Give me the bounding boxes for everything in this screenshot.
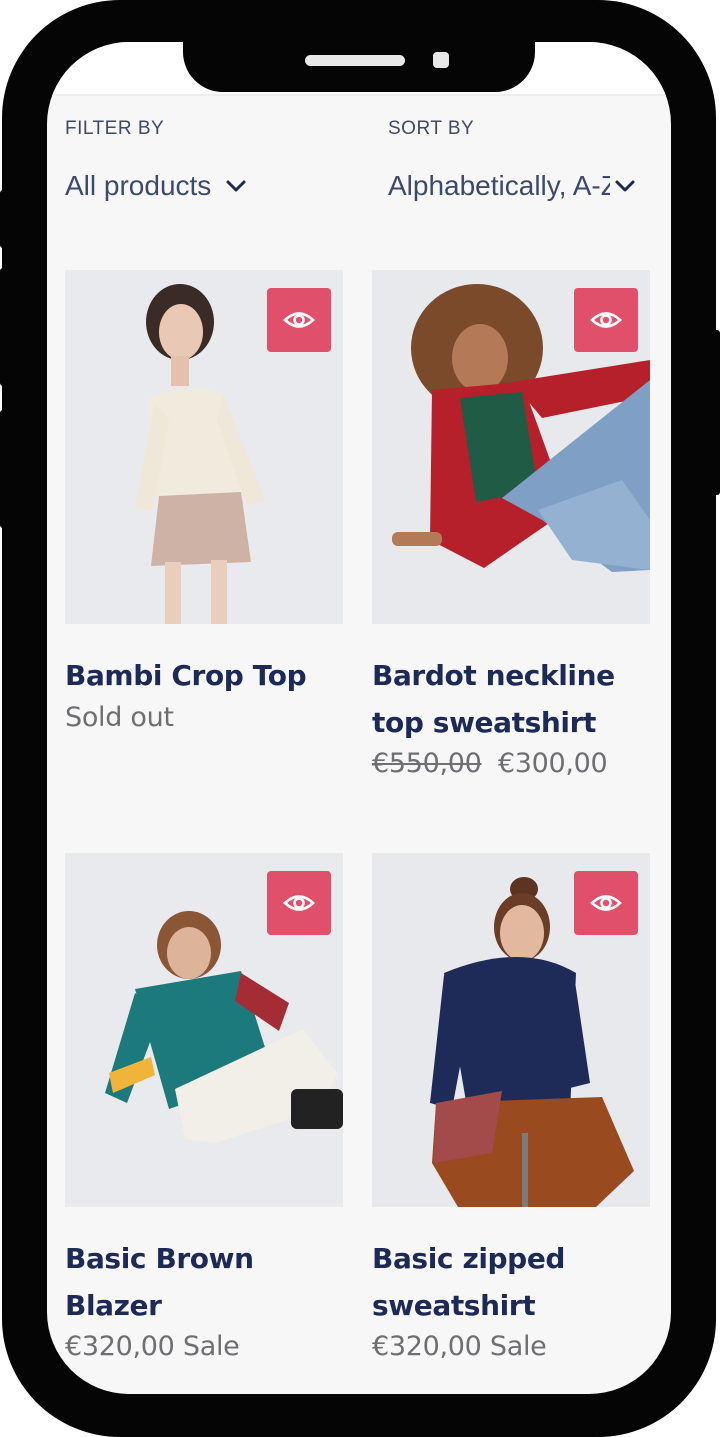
app-screen: FILTER BY All products SORT BY Alphabeti…	[47, 42, 671, 1394]
quick-view-button[interactable]	[267, 871, 331, 935]
sale-label: Sale	[182, 1331, 240, 1362]
product-price: €320,00	[65, 1331, 175, 1362]
speaker-grille	[305, 55, 405, 66]
price-row: €550,00 €300,00	[372, 748, 608, 779]
front-camera	[433, 52, 449, 68]
chevron-down-icon	[614, 175, 636, 197]
product-title[interactable]: Basic Brown Blazer	[65, 1235, 343, 1329]
eye-icon	[283, 895, 315, 911]
status-bar	[47, 42, 671, 96]
mute-switch	[0, 190, 6, 248]
power-button	[712, 330, 720, 495]
eye-icon	[283, 312, 315, 328]
product-title[interactable]: Bardot neckline top sweatshirt	[372, 652, 650, 746]
product-title[interactable]: Basic zipped sweatshirt	[372, 1235, 650, 1329]
product-price: €320,00	[372, 1331, 482, 1362]
compare-at-price: €550,00	[372, 748, 482, 779]
volume-up-button	[0, 268, 6, 386]
sold-out-label: Sold out	[65, 702, 174, 733]
notch	[183, 42, 535, 92]
product-image[interactable]	[65, 853, 343, 1207]
sort-label: SORT BY	[388, 118, 475, 139]
eye-icon	[590, 312, 622, 328]
eye-icon	[590, 895, 622, 911]
sort-value: Alphabetically, A-Z	[388, 170, 610, 201]
price-row: €320,00 Sale	[372, 1331, 547, 1362]
volume-down-button	[0, 410, 6, 528]
quick-view-button[interactable]	[267, 288, 331, 352]
filter-select[interactable]: All products	[65, 170, 365, 202]
price-row: €320,00 Sale	[65, 1331, 240, 1362]
sale-label: Sale	[489, 1331, 547, 1362]
quick-view-button[interactable]	[574, 288, 638, 352]
filter-value: All products	[65, 170, 212, 201]
chevron-down-icon	[225, 175, 247, 197]
product-image[interactable]	[65, 270, 343, 624]
product-image[interactable]	[372, 853, 650, 1207]
product-image[interactable]	[372, 270, 650, 624]
sale-price: €300,00	[497, 748, 608, 779]
sort-select[interactable]: Alphabetically, A-Z	[388, 170, 648, 202]
quick-view-button[interactable]	[574, 871, 638, 935]
product-title[interactable]: Bambi Crop Top	[65, 652, 343, 699]
filter-label: FILTER BY	[65, 118, 165, 139]
